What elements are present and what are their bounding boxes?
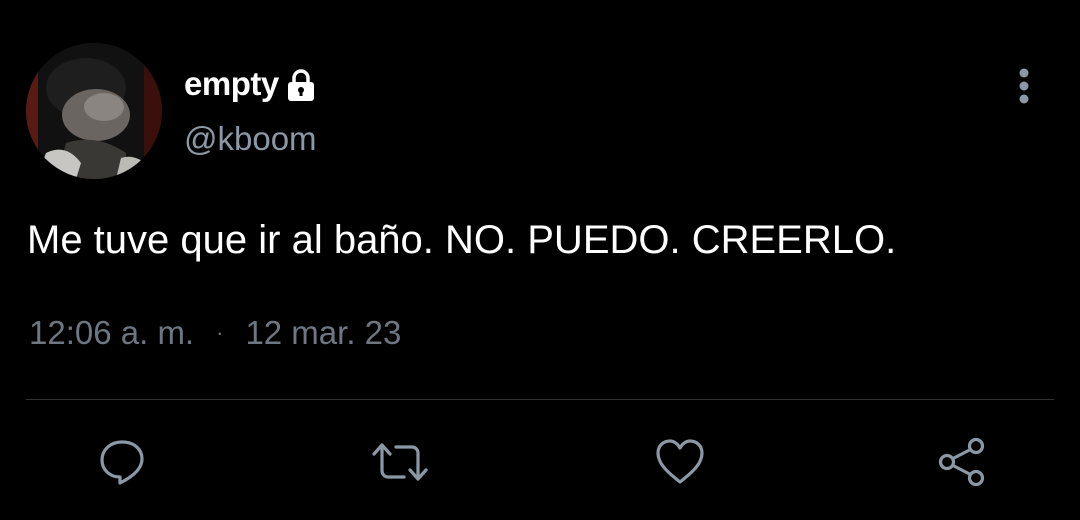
heart-icon	[656, 439, 704, 484]
meta-separator: ·	[216, 320, 224, 345]
reply-icon	[100, 440, 144, 485]
display-name-row: empty	[184, 62, 317, 106]
share-icon	[938, 437, 985, 487]
tweet-text: Me tuve que ir al baño. NO. PUEDO. CREER…	[27, 218, 897, 262]
user-handle[interactable]: @kboom	[184, 120, 317, 158]
like-button[interactable]	[650, 432, 710, 492]
more-options-button[interactable]	[1006, 66, 1042, 106]
retweet-button[interactable]	[370, 432, 430, 492]
tweet-date[interactable]: 12 mar. 23	[245, 314, 401, 352]
share-button[interactable]	[932, 432, 992, 492]
more-vertical-icon	[1019, 68, 1029, 104]
tweet-time[interactable]: 12:06 a. m.	[29, 314, 194, 352]
tweet: empty @kboom Me tuve que ir al baño. NO.…	[0, 0, 1080, 520]
reply-button[interactable]	[92, 432, 152, 492]
tweet-meta: 12:06 a. m. · 12 mar. 23	[29, 314, 401, 352]
divider	[26, 399, 1054, 400]
avatar[interactable]	[26, 43, 162, 179]
retweet-icon	[372, 443, 428, 481]
lock-icon	[285, 68, 317, 102]
avatar-image	[26, 43, 162, 179]
action-bar	[0, 432, 1080, 492]
display-name[interactable]: empty	[184, 65, 279, 103]
